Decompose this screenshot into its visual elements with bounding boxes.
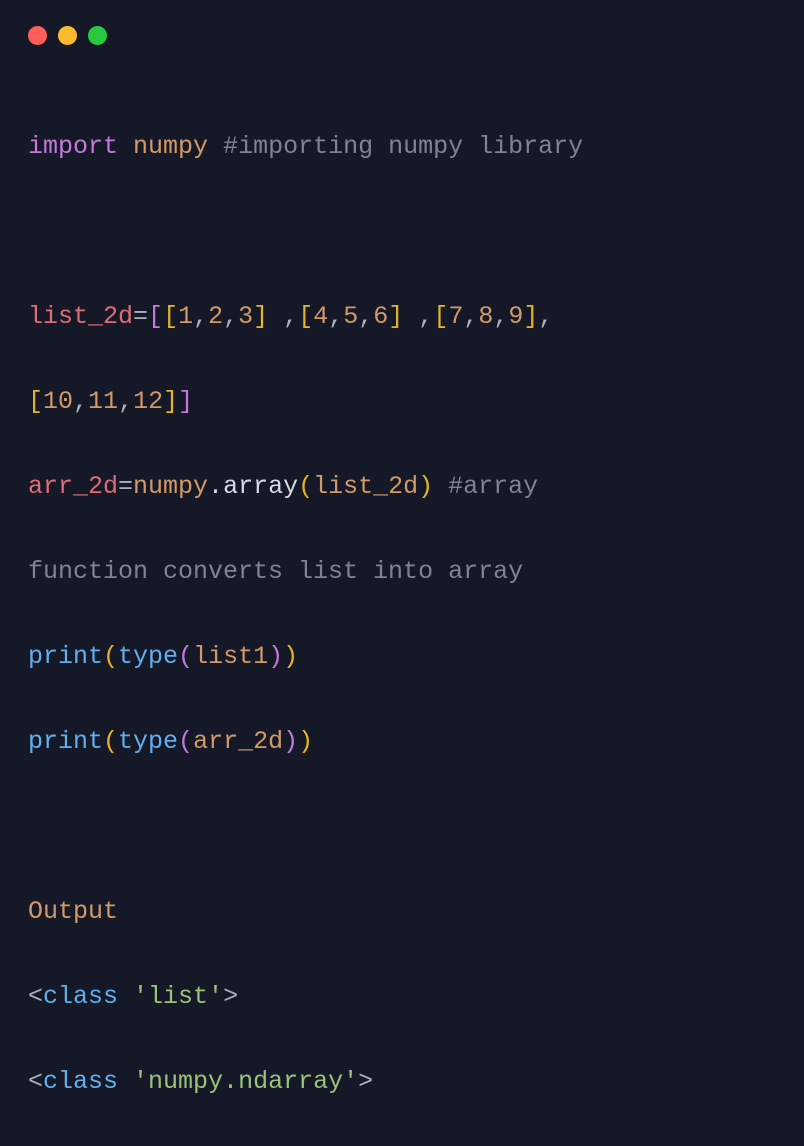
keyword-import: import — [28, 132, 118, 161]
paren: ( — [178, 727, 193, 756]
variable: arr_2d — [28, 472, 118, 501]
bracket: ] — [178, 387, 193, 416]
comma: , — [328, 302, 343, 331]
paren: ( — [103, 642, 118, 671]
number: 7 — [448, 302, 463, 331]
string: 'list' — [133, 982, 223, 1011]
bracket: ] — [523, 302, 538, 331]
output-line-1: <class 'list'> — [28, 976, 776, 1019]
comma: , — [463, 302, 478, 331]
output-line-2: <class 'numpy.ndarray'> — [28, 1061, 776, 1104]
argument: list1 — [193, 642, 268, 671]
minimize-icon[interactable] — [58, 26, 77, 45]
keyword: class — [43, 1067, 118, 1096]
paren: ( — [178, 642, 193, 671]
space — [433, 472, 448, 501]
operator: = — [118, 472, 133, 501]
angle-bracket: > — [223, 982, 238, 1011]
bracket: ] — [163, 387, 178, 416]
comma: , — [223, 302, 238, 331]
operator: = — [133, 302, 148, 331]
number: 2 — [208, 302, 223, 331]
comma: , — [538, 302, 553, 331]
code-line-1: import numpy #importing numpy library — [28, 126, 776, 169]
comma: , — [493, 302, 508, 331]
number: 6 — [373, 302, 388, 331]
code-line-3b: [10,11,12]] — [28, 381, 776, 424]
number: 3 — [238, 302, 253, 331]
code-line-4: arr_2d=numpy.array(list_2d) #array — [28, 466, 776, 509]
argument: arr_2d — [193, 727, 283, 756]
number: 1 — [178, 302, 193, 331]
bracket: [ — [148, 302, 163, 331]
dot: . — [208, 472, 223, 501]
bracket: ] — [388, 302, 403, 331]
comment: #importing numpy library — [223, 132, 583, 161]
number: 5 — [343, 302, 358, 331]
number: 12 — [133, 387, 163, 416]
window-controls — [0, 0, 804, 55]
comma: , — [118, 387, 133, 416]
output-heading: Output — [28, 897, 118, 926]
output-label: Output — [28, 891, 776, 934]
number: 4 — [313, 302, 328, 331]
paren: ) — [283, 642, 298, 671]
code-line-6: print(type(arr_2d)) — [28, 721, 776, 764]
bracket: [ — [433, 302, 448, 331]
comma: , — [193, 302, 208, 331]
code-block: import numpy #importing numpy library li… — [0, 55, 804, 1146]
function: type — [118, 727, 178, 756]
function: print — [28, 727, 103, 756]
blank-line — [28, 211, 776, 254]
angle-bracket: < — [28, 1067, 43, 1096]
variable: list_2d — [28, 302, 133, 331]
maximize-icon[interactable] — [88, 26, 107, 45]
paren: ) — [283, 727, 298, 756]
paren: ( — [103, 727, 118, 756]
angle-bracket: < — [28, 982, 43, 1011]
code-line-3: list_2d=[[1,2,3] ,[4,5,6] ,[7,8,9], — [28, 296, 776, 339]
bracket: [ — [28, 387, 43, 416]
code-line-5: print(type(list1)) — [28, 636, 776, 679]
module-numpy: numpy — [133, 132, 208, 161]
comment: function converts list into array — [28, 557, 523, 586]
paren: ) — [298, 727, 313, 756]
function: type — [118, 642, 178, 671]
comma: , — [403, 302, 433, 331]
comma: , — [268, 302, 298, 331]
blank-line — [28, 806, 776, 849]
bracket: ] — [253, 302, 268, 331]
bracket: [ — [298, 302, 313, 331]
keyword: class — [43, 982, 118, 1011]
function: array — [223, 472, 298, 501]
comma: , — [73, 387, 88, 416]
space — [118, 982, 133, 1011]
function: print — [28, 642, 103, 671]
string: 'numpy.ndarray' — [133, 1067, 358, 1096]
number: 8 — [478, 302, 493, 331]
comment: #array — [448, 472, 553, 501]
module: numpy — [133, 472, 208, 501]
bracket: [ — [163, 302, 178, 331]
number: 11 — [88, 387, 118, 416]
paren: ) — [268, 642, 283, 671]
comma: , — [358, 302, 373, 331]
paren: ( — [298, 472, 313, 501]
code-line-4b: function converts list into array — [28, 551, 776, 594]
argument: list_2d — [313, 472, 418, 501]
close-icon[interactable] — [28, 26, 47, 45]
number: 10 — [43, 387, 73, 416]
angle-bracket: > — [358, 1067, 373, 1096]
space — [118, 1067, 133, 1096]
number: 9 — [508, 302, 523, 331]
paren: ) — [418, 472, 433, 501]
